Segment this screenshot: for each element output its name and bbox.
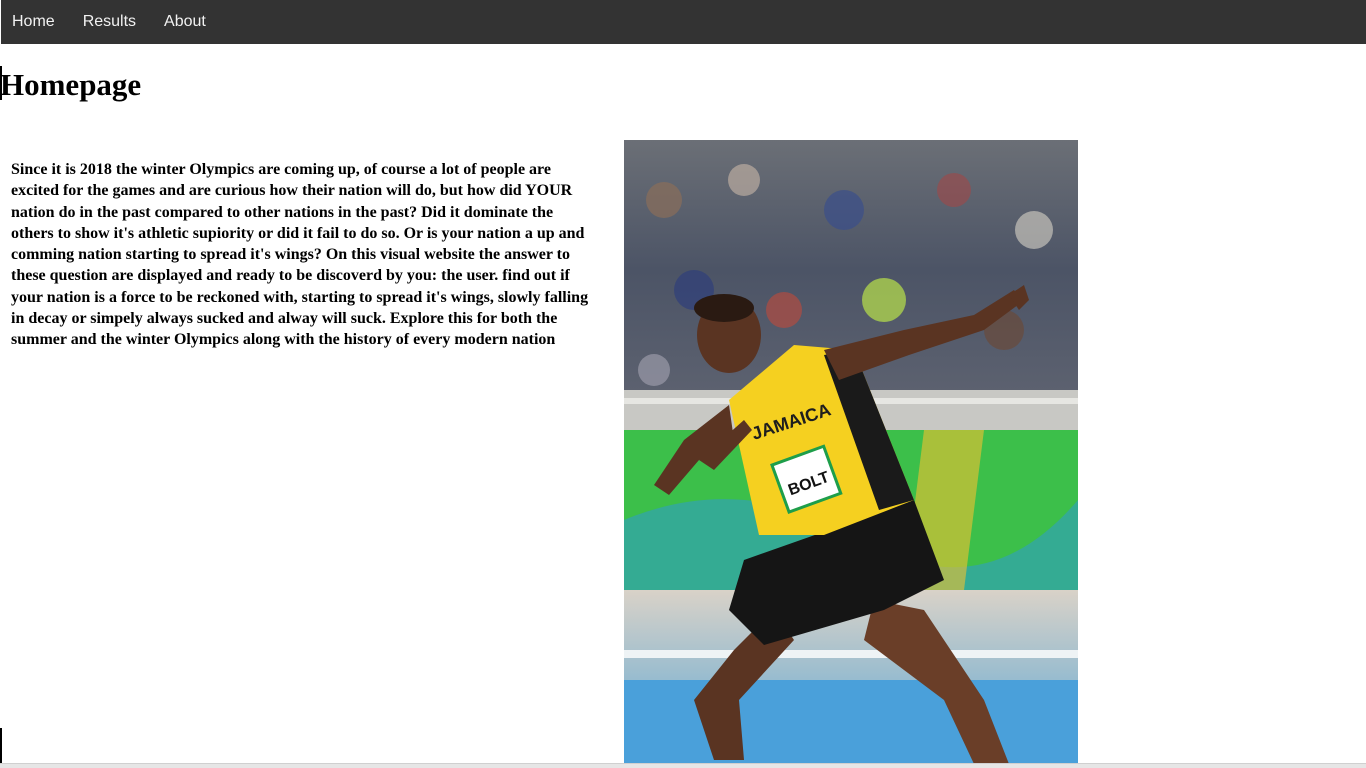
- nav-link-about[interactable]: About: [150, 0, 220, 44]
- nav-link-home[interactable]: Home: [1, 0, 69, 44]
- hero-image-athlete: JAMAICA BOLT: [624, 140, 1078, 764]
- edge-marker: [0, 728, 2, 768]
- page-title: Homepage: [0, 67, 142, 102]
- nav-link-results[interactable]: Results: [69, 0, 150, 44]
- intro-paragraph: Since it is 2018 the winter Olympics are…: [11, 161, 589, 349]
- horizontal-scrollbar[interactable]: [0, 763, 1366, 768]
- top-navigation-bar: Home Results About: [0, 0, 1366, 44]
